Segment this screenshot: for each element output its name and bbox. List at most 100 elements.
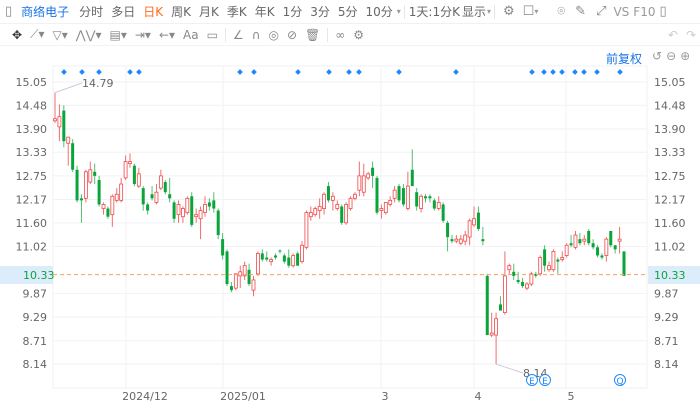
candle-up xyxy=(564,243,569,258)
candle-body xyxy=(229,286,233,291)
candle-up xyxy=(366,171,371,180)
candle-up xyxy=(525,282,529,291)
arrow-icon[interactable]: ←▾ xyxy=(155,28,179,42)
y-tick-left: 9.29 xyxy=(23,311,48,324)
candle-up xyxy=(238,265,243,289)
candle-body xyxy=(287,257,291,266)
angle-icon[interactable]: ∠ xyxy=(229,28,248,42)
stock-name[interactable]: 商络电子 xyxy=(17,3,75,20)
info-marker-icon xyxy=(79,69,85,75)
y-tick-right: 15.05 xyxy=(654,76,686,89)
candle-body xyxy=(538,257,543,275)
zoom-in-icon[interactable]: ⊕ xyxy=(680,49,690,63)
y-tick-right: 8.71 xyxy=(654,335,679,348)
fullscreen-icon[interactable]: ⤢ xyxy=(591,4,611,19)
chevron-down-icon[interactable]: ▾ xyxy=(534,7,538,16)
trash-icon[interactable]: 🗑 xyxy=(301,28,324,42)
candle-down xyxy=(446,220,450,252)
candle-body xyxy=(521,282,525,287)
candle-body xyxy=(141,188,145,205)
candle-body xyxy=(476,212,480,229)
candlestick-chart[interactable]: 15.05 15.05 14.48 14.48 13.90 13.90 13.33 13.33… xyxy=(0,0,700,412)
sidebar-toggle-icon[interactable]: ▯ xyxy=(0,4,17,19)
range-select[interactable]: 1天:1分K xyxy=(408,3,461,20)
candle-down xyxy=(476,206,480,231)
period-tab[interactable]: 分时 xyxy=(75,3,107,20)
info-marker-icon xyxy=(356,69,362,75)
candle-body xyxy=(573,234,578,248)
eye-icon[interactable]: ◎ xyxy=(264,28,282,42)
period-tab[interactable]: 季K xyxy=(223,3,251,20)
event-marker-q[interactable]: Q xyxy=(614,374,626,388)
comment-icon[interactable]: ▭ xyxy=(203,28,222,42)
svg-text:E: E xyxy=(542,377,548,387)
pencil-icon[interactable]: ✎ xyxy=(570,4,591,19)
period-tab[interactable]: 5分 xyxy=(334,3,362,20)
display-select[interactable]: 显示 xyxy=(461,3,487,20)
info-marker-icon xyxy=(127,69,133,75)
x-tick: 5 xyxy=(568,390,575,403)
candle-down xyxy=(410,149,414,187)
move-icon[interactable]: ✥ xyxy=(0,28,26,42)
period-tab[interactable]: 3分 xyxy=(306,3,334,20)
candle-down xyxy=(401,184,405,207)
info-marker-icon xyxy=(617,69,623,75)
candle-body xyxy=(410,169,414,187)
candle-down xyxy=(247,263,251,287)
period-tab-active[interactable]: 日K xyxy=(139,3,167,20)
candle-body xyxy=(578,239,582,244)
f10-button[interactable]: F10 xyxy=(631,5,657,19)
zoom-out-icon[interactable]: ⊖ xyxy=(666,49,676,63)
candle-up xyxy=(158,169,163,191)
magnet-icon[interactable]: ∩ xyxy=(248,28,265,42)
candle-down xyxy=(97,175,101,207)
reset-icon[interactable]: ↺ xyxy=(652,49,662,63)
y-tick-left: 12.75 xyxy=(16,170,48,183)
wave-icon[interactable]: ⋀⋁▾ xyxy=(72,28,106,42)
candle-up xyxy=(128,153,132,168)
redo-icon[interactable]: ↷ xyxy=(682,28,700,42)
layout-icon[interactable]: ☐ xyxy=(520,4,535,19)
candle-body xyxy=(172,202,176,219)
adjust-select[interactable]: 前复权 xyxy=(606,50,642,67)
candle-up xyxy=(560,251,565,262)
chevron-down-icon[interactable]: ▾ xyxy=(397,7,401,16)
candle-up xyxy=(233,273,238,291)
hide-icon[interactable]: ⊘ xyxy=(283,28,301,42)
candle-body xyxy=(348,197,353,209)
period-tab[interactable]: 年K xyxy=(251,3,279,20)
candle-body xyxy=(600,255,604,258)
settings-icon[interactable]: ⚙ xyxy=(349,28,368,42)
period-tab[interactable]: 周K xyxy=(167,3,195,20)
candle-body xyxy=(467,220,472,238)
candle-body xyxy=(198,210,203,220)
candle-up xyxy=(255,251,260,276)
candle-body xyxy=(454,238,459,242)
candle-down xyxy=(146,202,150,215)
measure-icon[interactable]: ⇥▾ xyxy=(131,28,155,42)
candle-body xyxy=(146,204,150,211)
candle-down xyxy=(397,184,401,203)
event-marker-e[interactable]: E xyxy=(539,374,551,388)
settings-icon[interactable]: ⚙ xyxy=(498,4,520,19)
camera-icon[interactable]: ⌾ xyxy=(552,4,570,19)
x-tick: 2025/01 xyxy=(220,390,266,403)
polygon-icon[interactable]: ▽▾ xyxy=(49,28,72,42)
period-tab[interactable]: 月K xyxy=(195,3,223,20)
period-tab[interactable]: 多日 xyxy=(107,3,139,20)
candle-down xyxy=(424,194,428,203)
chevron-down-icon[interactable]: ▾ xyxy=(487,7,491,16)
candle-down xyxy=(190,192,194,227)
candle-body xyxy=(71,143,75,170)
vs-button[interactable]: VS xyxy=(611,5,631,19)
fib-icon[interactable]: ▤▾ xyxy=(105,28,130,42)
undo-icon[interactable]: ↶ xyxy=(664,28,682,42)
text-icon[interactable]: Aa xyxy=(179,28,203,42)
line-icon[interactable]: ⟋▾ xyxy=(26,27,48,42)
event-marker-e[interactable]: E xyxy=(526,374,538,388)
period-tab[interactable]: 1分 xyxy=(279,3,307,20)
link-icon[interactable]: ∞ xyxy=(331,28,349,42)
panel-icon[interactable]: ▯ xyxy=(657,4,668,19)
period-tab[interactable]: 10分 xyxy=(362,3,397,20)
candle-body xyxy=(300,244,304,262)
